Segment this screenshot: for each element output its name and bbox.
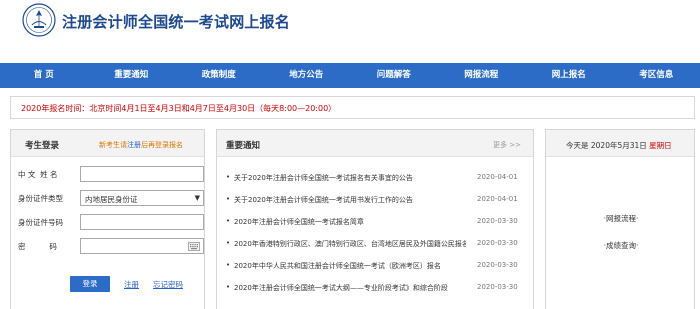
news-item[interactable]: • 2020年中华人民共和国注册会计师全国统一考试（欧洲考区）报名 2020-0… — [217, 256, 535, 278]
name-row: 中 文 姓 名 — [10, 166, 205, 182]
weekday: 星期日 — [649, 141, 672, 150]
register-link[interactable]: 注册 — [124, 279, 139, 290]
nav-local-announcements[interactable]: 地方公告 — [263, 63, 351, 88]
cicpa-logo-icon — [22, 3, 56, 37]
news-item[interactable]: • 关于2020年注册会计师全国统一考试报名有关事宜的公告 2020-04-01 — [217, 168, 535, 190]
name-label: 中 文 姓 名 — [18, 170, 58, 179]
nav-online-registration[interactable]: 网上报名 — [525, 63, 613, 88]
news-item-date: 2020-04-01 — [477, 195, 518, 203]
registration-notice: 2020年报名时间：北京时间4月1日至4月3日和4月7日至4月30日（每天8:0… — [10, 96, 695, 119]
news-item-date: 2020-03-30 — [477, 217, 518, 225]
news-panel-header: 重要通知 更多 >> — [217, 130, 533, 157]
bullet-icon: • — [226, 217, 231, 225]
notice-text: 2020年报名时间：北京时间4月1日至4月3日和4月7日至4月30日（每天8:0… — [21, 104, 337, 113]
news-panel: 重要通知 更多 >> • 关于2020年注册会计师全国统一考试报名有关事宜的公告… — [216, 129, 534, 309]
nav-faq[interactable]: 问题解答 — [350, 63, 438, 88]
id-type-row: 身份证件类型 内地居民身份证 ▼ — [10, 190, 205, 206]
news-item-title[interactable]: 2020年注册会计师全国统一考试大纲——专业阶段考试》和综合阶段 — [234, 283, 466, 293]
keyboard-icon[interactable] — [188, 242, 200, 251]
password-row: 密 码 — [10, 238, 205, 254]
login-button[interactable]: 登录 — [70, 276, 110, 292]
id-type-select[interactable]: 内地居民身份证 ▼ — [80, 190, 204, 206]
nav-registration-process[interactable]: 网报流程 — [438, 63, 526, 88]
news-item[interactable]: • 2020年注册会计师全国统一考试大纲——专业阶段考试》和综合阶段 2020-… — [217, 278, 535, 300]
side-link-registration-process[interactable]: ·网报流程· — [546, 213, 696, 224]
id-type-label: 身份证件类型 — [18, 194, 63, 203]
news-title: 重要通知 — [226, 141, 261, 151]
side-panel-header: 今天是 2020年5月31日 星期日 — [546, 130, 694, 157]
nav-home[interactable]: 首 页 — [0, 63, 88, 88]
login-hint: 新考生请注册后再登录报名 — [99, 140, 183, 150]
bullet-icon: • — [226, 173, 231, 181]
hint-suffix: 后再登录报名 — [141, 141, 183, 149]
side-link-score-query[interactable]: ·成绩查询· — [546, 240, 696, 251]
id-number-row: 身份证件号码 — [10, 214, 205, 230]
forgot-password-link[interactable]: 忘记密码 — [153, 279, 183, 290]
news-item-date: 2020-03-30 — [477, 239, 518, 247]
bullet-icon: • — [226, 283, 231, 291]
news-item[interactable]: • 关于2020年注册会计师全国统一考试用书发行工作的公告 2020-04-01 — [217, 190, 535, 212]
news-item-title[interactable]: 2020年注册会计师全国统一考试报名简章 — [234, 217, 466, 227]
hint-register-link[interactable]: 注册 — [127, 141, 141, 149]
bullet-icon: • — [226, 239, 231, 247]
nav-exam-area-info[interactable]: 考区信息 — [613, 63, 700, 88]
bullet-icon: • — [226, 261, 231, 269]
news-item-title[interactable]: 关于2020年注册会计师全国统一考试报名有关事宜的公告 — [234, 173, 466, 183]
news-item-title[interactable]: 关于2020年注册会计师全国统一考试用书发行工作的公告 — [234, 195, 466, 205]
site-title: 注册会计师全国统一考试网上报名 — [62, 13, 291, 31]
nav-policies[interactable]: 政策制度 — [175, 63, 263, 88]
news-item[interactable]: • 2020年注册会计师全国统一考试报名简章 2020-03-30 — [217, 212, 535, 234]
news-item-title[interactable]: 2020年中华人民共和国注册会计师全国统一考试（欧洲考区）报名 — [234, 261, 466, 271]
today-date: 今天是 2020年5月31日 星期日 — [566, 140, 672, 151]
hint-prefix: 新考生请 — [99, 141, 127, 149]
site-header: 注册会计师全国统一考试网上报名 — [0, 0, 700, 62]
news-item-date: 2020-03-30 — [477, 261, 518, 269]
login-title: 考生登录 — [25, 141, 60, 151]
news-item[interactable]: • 2020年香港特别行政区、澳门特别行政区、台湾地区居民及外国籍公民报名 20… — [217, 234, 535, 256]
id-type-value: 内地居民身份证 — [85, 195, 138, 204]
password-label: 密 码 — [18, 242, 57, 251]
name-input[interactable] — [80, 166, 204, 182]
id-number-input[interactable] — [80, 214, 204, 230]
news-item-title[interactable]: 2020年香港特别行政区、澳门特别行政区、台湾地区居民及外国籍公民报名 — [234, 239, 466, 249]
password-input[interactable] — [80, 238, 204, 254]
news-list: • 关于2020年注册会计师全国统一考试报名有关事宜的公告 2020-04-01… — [217, 168, 535, 300]
nav-important-notices[interactable]: 重要通知 — [88, 63, 176, 88]
side-panel: 今天是 2020年5月31日 星期日 ·网报流程· ·成绩查询· — [545, 129, 695, 309]
dropdown-arrow-icon: ▼ — [194, 194, 200, 202]
today-date-text: 今天是 2020年5月31日 — [566, 141, 650, 150]
id-number-label: 身份证件号码 — [18, 218, 63, 227]
news-item-date: 2020-04-01 — [477, 173, 518, 181]
bullet-icon: • — [226, 195, 231, 203]
news-more-link[interactable]: 更多 >> — [493, 140, 521, 150]
main-nav: 首 页 重要通知 政策制度 地方公告 问题解答 网报流程 网上报名 考区信息 — [0, 63, 700, 88]
news-item-date: 2020-03-30 — [477, 283, 518, 291]
login-panel-header: 考生登录 新考生请注册后再登录报名 — [11, 130, 204, 157]
